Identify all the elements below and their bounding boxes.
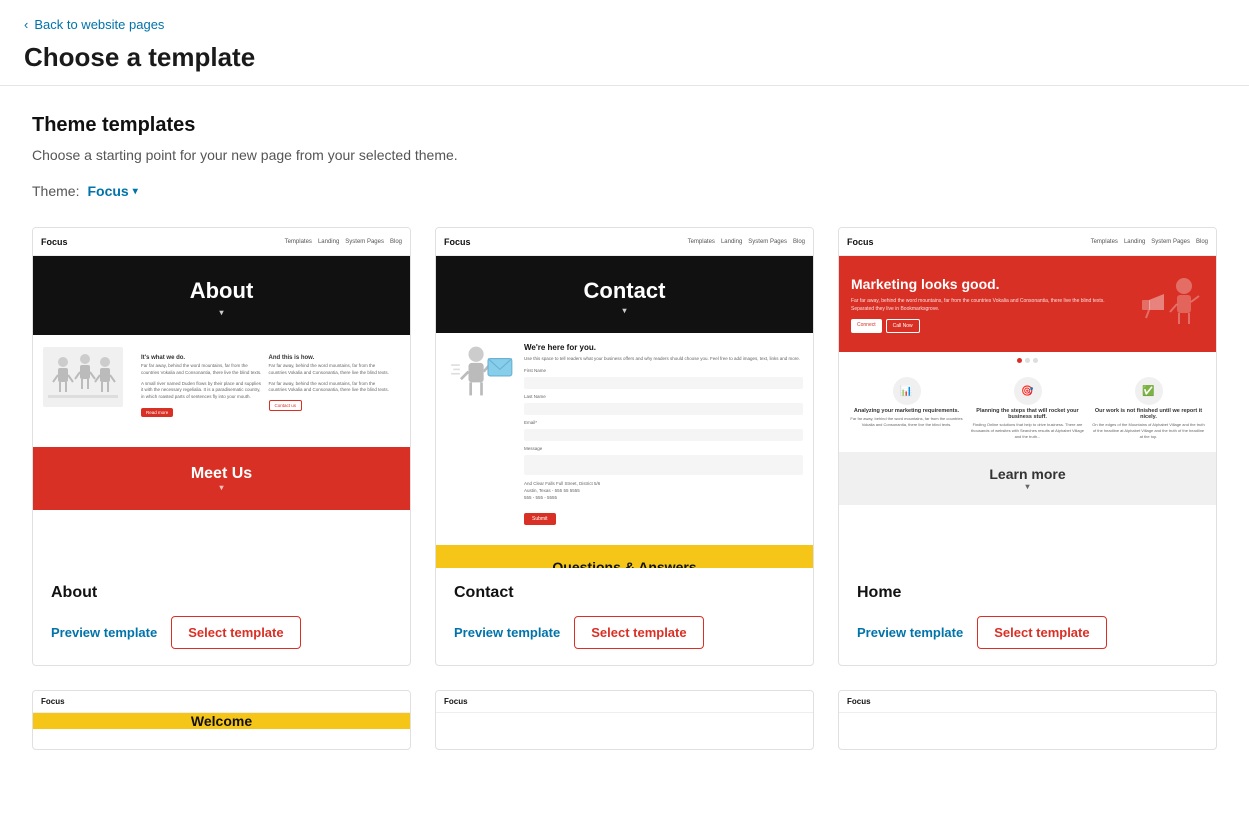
template-name-about: About	[51, 584, 392, 602]
preview-nav-home: Focus Templates Landing System Pages Blo…	[839, 228, 1216, 256]
template-actions-home: Preview template Select template	[857, 616, 1198, 649]
partial-preview-1: Welcome	[33, 713, 410, 729]
partial-nav-1: Focus	[33, 691, 410, 713]
top-navigation: ‹ Back to website pages Choose a templat…	[0, 0, 1249, 86]
preview-nav-contact: Focus Templates Landing System Pages Blo…	[436, 228, 813, 256]
template-info-contact: Contact Preview template Select template	[436, 568, 813, 665]
page-title: Choose a template	[24, 42, 1225, 73]
preview-nav-about: Focus Templates Landing System Pages Blo…	[33, 228, 410, 256]
template-card-contact: Focus Templates Landing System Pages Blo…	[435, 227, 814, 666]
about-text-cols: It's what we do. Far far away, behind th…	[131, 347, 400, 427]
preview-logo-about: Focus	[41, 237, 68, 247]
preview-link-contact[interactable]: Preview template	[454, 625, 560, 640]
partial-logo-3: Focus	[847, 697, 871, 706]
preview-hero-contact: Contact ▾	[436, 256, 813, 333]
section-description: Choose a starting point for your new pag…	[32, 147, 1217, 163]
template-name-contact: Contact	[454, 584, 795, 602]
contact-illustration	[446, 343, 516, 525]
preview-dots-home	[839, 352, 1216, 369]
theme-label: Theme:	[32, 183, 79, 199]
template-preview-home: Focus Templates Landing System Pages Blo…	[839, 228, 1216, 568]
template-actions-about: Preview template Select template	[51, 616, 392, 649]
main-content: Theme templates Choose a starting point …	[0, 86, 1249, 778]
preview-nav-links-home: Templates Landing System Pages Blog	[1091, 239, 1208, 245]
partial-nav-3: Focus	[839, 691, 1216, 713]
template-card-about: Focus Templates Landing System Pages Blo…	[32, 227, 411, 666]
partial-card-3: Focus	[838, 690, 1217, 750]
preview-content-about: It's what we do. Far far away, behind th…	[33, 335, 410, 439]
partial-card-1: Focus Welcome	[32, 690, 411, 750]
back-link[interactable]: ‹ Back to website pages	[24, 17, 164, 32]
template-info-home: Home Preview template Select template	[839, 568, 1216, 665]
contact-form: We're here for you. Use this space to te…	[524, 343, 803, 525]
preview-footer-contact: Questions & Answers ▾	[436, 545, 813, 568]
select-button-contact[interactable]: Select template	[574, 616, 703, 649]
template-card-home: Focus Templates Landing System Pages Blo…	[838, 227, 1217, 666]
preview-nav-links-about: Templates Landing System Pages Blog	[285, 239, 402, 245]
template-name-home: Home	[857, 584, 1198, 602]
preview-hero-home: Marketing looks good. Far far away, behi…	[839, 256, 1216, 352]
templates-grid: Focus Templates Landing System Pages Blo…	[32, 227, 1217, 666]
preview-logo-home: Focus	[847, 237, 874, 247]
preview-hero-about: About ▾	[33, 256, 410, 335]
preview-nav-links-contact: Templates Landing System Pages Blog	[688, 239, 805, 245]
preview-link-about[interactable]: Preview template	[51, 625, 157, 640]
theme-selector: Theme: Focus ▾	[32, 183, 1217, 199]
theme-value: Focus	[87, 183, 128, 199]
preview-contact-content: We're here for you. Use this space to te…	[436, 333, 813, 535]
preview-footer-home: Learn more ▾	[839, 452, 1216, 505]
template-preview-contact: Focus Templates Landing System Pages Blo…	[436, 228, 813, 568]
partial-logo-2: Focus	[444, 697, 468, 706]
partial-card-2: Focus	[435, 690, 814, 750]
theme-dropdown[interactable]: Focus ▾	[87, 183, 137, 199]
template-info-about: About Preview template Select template	[33, 568, 410, 665]
preview-logo-contact: Focus	[444, 237, 471, 247]
template-preview-about: Focus Templates Landing System Pages Blo…	[33, 228, 410, 568]
section-title: Theme templates	[32, 114, 1217, 137]
chevron-down-icon: ▾	[133, 186, 138, 197]
partial-logo-1: Focus	[41, 697, 65, 706]
back-chevron-icon: ‹	[24, 17, 28, 32]
back-link-label: Back to website pages	[34, 17, 164, 32]
preview-link-home[interactable]: Preview template	[857, 625, 963, 640]
people-illustration	[43, 347, 123, 407]
template-actions-contact: Preview template Select template	[454, 616, 795, 649]
select-button-home[interactable]: Select template	[977, 616, 1106, 649]
home-hero-illustration	[1134, 274, 1204, 334]
partial-nav-2: Focus	[436, 691, 813, 713]
preview-footer-about: Meet Us ▾	[33, 447, 410, 510]
bottom-templates-row: Focus Welcome Focus Focus	[32, 690, 1217, 750]
select-button-about[interactable]: Select template	[171, 616, 300, 649]
preview-features-home: 📊 Analyzing your marketing requirements.…	[839, 369, 1216, 448]
